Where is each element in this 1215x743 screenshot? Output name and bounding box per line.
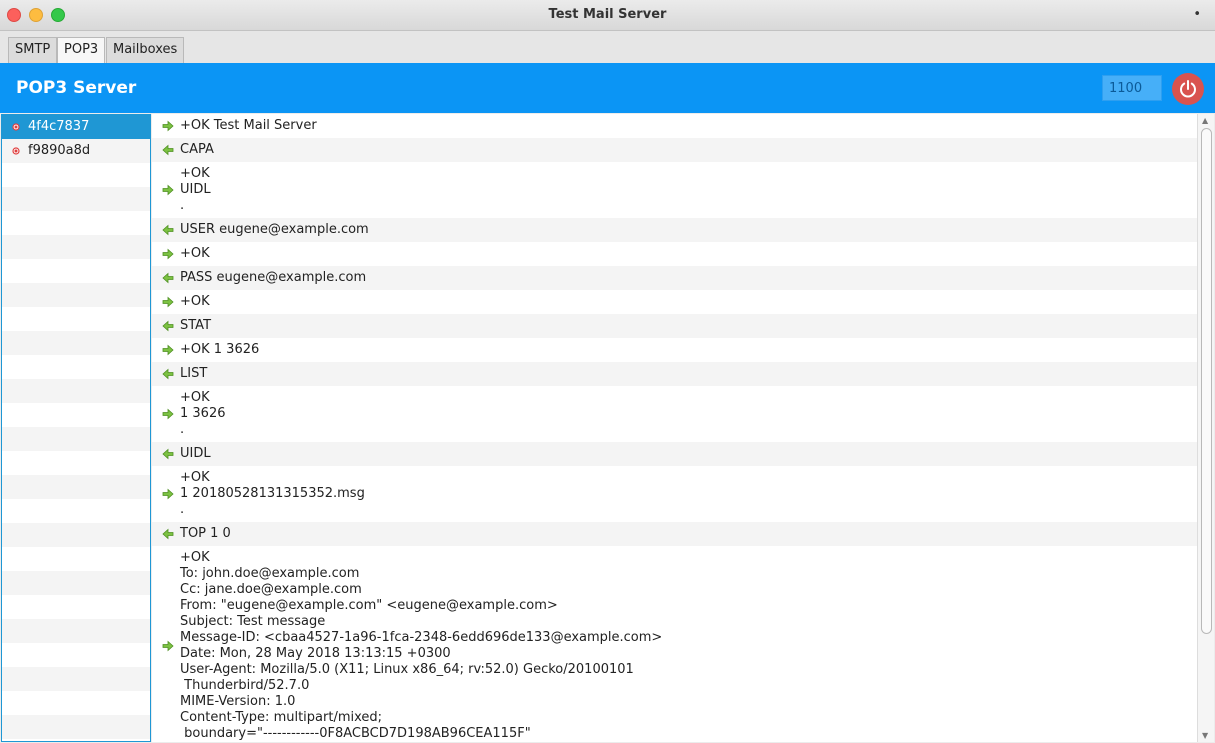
scroll-up-arrow-icon[interactable]: ▲ <box>1202 116 1208 125</box>
log-entry: +OK To: john.doe@example.com Cc: jane.do… <box>152 546 1197 742</box>
tab-bar: SMTP POP3 Mailboxes <box>0 31 1215 63</box>
log-text: +OK UIDL . <box>180 166 211 213</box>
window-title: Test Mail Server <box>548 7 667 22</box>
log-text: +OK Test Mail Server <box>180 118 317 133</box>
log-text: +OK 1 3626 <box>180 342 260 357</box>
session-item[interactable]: 4f4c7837 <box>2 115 150 139</box>
log-entry: LIST <box>152 362 1197 386</box>
arrow-left-icon <box>162 528 174 540</box>
session-id: 4f4c7837 <box>28 119 90 134</box>
arrow-left-icon <box>162 368 174 380</box>
log-text: TOP 1 0 <box>180 526 231 541</box>
log-scrollbar[interactable]: ▲ ▼ <box>1197 114 1214 742</box>
session-status-icon <box>12 123 20 131</box>
arrow-left-icon <box>162 320 174 332</box>
arrow-right-icon <box>162 184 174 196</box>
tab-mailboxes[interactable]: Mailboxes <box>106 37 185 63</box>
log-entry: STAT <box>152 314 1197 338</box>
tab-smtp[interactable]: SMTP <box>8 37 58 63</box>
log-entry: +OK <box>152 242 1197 266</box>
log-text: STAT <box>180 318 212 333</box>
log-text: +OK <box>180 294 210 309</box>
log-text: CAPA <box>180 142 214 157</box>
arrow-left-icon <box>162 272 174 284</box>
scroll-down-arrow-icon[interactable]: ▼ <box>1202 731 1208 740</box>
log-entry: USER eugene@example.com <box>152 218 1197 242</box>
server-header: POP3 Server <box>0 63 1215 113</box>
arrow-right-icon <box>162 488 174 500</box>
log-entry: PASS eugene@example.com <box>152 266 1197 290</box>
arrow-right-icon <box>162 344 174 356</box>
arrow-left-icon <box>162 224 174 236</box>
log-entry: +OK 1 3626 . <box>152 386 1197 442</box>
tab-pop3[interactable]: POP3 <box>57 37 106 63</box>
arrow-right-icon <box>162 296 174 308</box>
log-entry: CAPA <box>152 138 1197 162</box>
log-text: +OK To: john.doe@example.com Cc: jane.do… <box>180 550 663 741</box>
log-entry: +OK <box>152 290 1197 314</box>
session-list[interactable]: 4f4c7837 f9890a8d <box>1 114 151 742</box>
arrow-right-icon <box>162 248 174 260</box>
log-text: PASS eugene@example.com <box>180 270 367 285</box>
log-entry: +OK Test Mail Server <box>152 114 1197 138</box>
arrow-left-icon <box>162 144 174 156</box>
arrow-left-icon <box>162 448 174 460</box>
title-bar: Test Mail Server • <box>0 0 1215 31</box>
log-text: LIST <box>180 366 208 381</box>
log-text: +OK <box>180 246 210 261</box>
protocol-log: +OK Test Mail Server CAPA +OK UIDL . USER e… <box>152 114 1197 742</box>
log-entry: +OK 1 3626 <box>152 338 1197 362</box>
log-text: +OK 1 20180528131315352.msg . <box>180 470 365 517</box>
window-status-dot: • <box>1193 7 1201 22</box>
log-text: USER eugene@example.com <box>180 222 369 237</box>
page-title: POP3 Server <box>16 78 137 98</box>
arrow-right-icon <box>162 120 174 132</box>
session-item[interactable]: f9890a8d <box>2 139 150 163</box>
power-icon <box>1180 80 1196 98</box>
log-entry: +OK 1 20180528131315352.msg . <box>152 466 1197 522</box>
log-entry: TOP 1 0 <box>152 522 1197 546</box>
arrow-right-icon <box>162 408 174 420</box>
arrow-right-icon <box>162 640 174 652</box>
power-button[interactable] <box>1172 73 1204 105</box>
port-input[interactable] <box>1102 75 1162 101</box>
scroll-thumb[interactable] <box>1201 128 1212 634</box>
log-entry: +OK UIDL . <box>152 162 1197 218</box>
log-entry: UIDL <box>152 442 1197 466</box>
log-text: UIDL <box>180 446 211 461</box>
log-text: +OK 1 3626 . <box>180 390 226 437</box>
session-status-icon <box>12 147 20 155</box>
session-id: f9890a8d <box>28 143 91 158</box>
